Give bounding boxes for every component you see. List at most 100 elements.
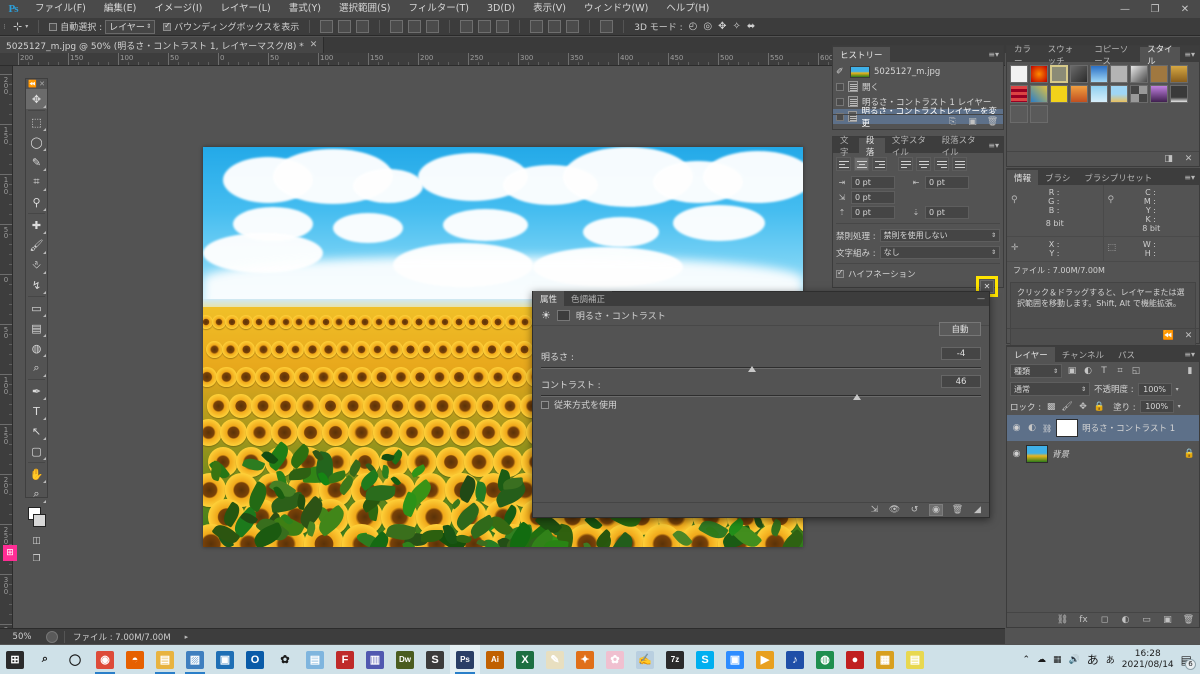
collapse-icon[interactable]: ⏪ <box>1163 331 1174 342</box>
lasso-tool[interactable]: ◯ <box>26 132 47 152</box>
adjustment-filter-icon[interactable]: ◐ <box>1082 365 1094 377</box>
panel-menu-icon[interactable]: ≡▾ <box>984 138 1003 153</box>
ime-tool-icon[interactable]: あ <box>1106 653 1115 666</box>
layer-thumbnail[interactable] <box>1026 445 1048 463</box>
clip-to-layer-icon[interactable]: ⇲ <box>869 505 880 516</box>
space-after-input[interactable]: 0 pt <box>925 206 969 219</box>
menu-window[interactable]: ウィンドウ(W) <box>575 0 657 18</box>
sticky-notes-icon[interactable]: ▤ <box>900 645 930 674</box>
justify-last-right-button[interactable] <box>934 157 949 171</box>
menu-view[interactable]: 表示(V) <box>524 0 575 18</box>
clock[interactable]: 16:28 2021/08/14 <box>1122 649 1174 670</box>
quick-mask-mode-icon[interactable]: ◫ <box>26 532 47 550</box>
distribute-bottom-edges-icon[interactable] <box>496 20 510 33</box>
new-adjustment-layer-icon[interactable]: ◐ <box>1120 615 1131 626</box>
blur-tool[interactable]: ◍ <box>26 338 47 358</box>
distribute-top-edges-icon[interactable] <box>460 20 474 33</box>
purple-style[interactable] <box>1150 85 1168 103</box>
opacity-stepper-icon[interactable]: ▾ <box>1176 386 1179 393</box>
distribute-left-edges-icon[interactable] <box>530 20 544 33</box>
opacity-value[interactable]: 100% <box>1137 382 1172 396</box>
paint-icon[interactable]: ✍ <box>630 645 660 674</box>
layer-mask-thumbnail[interactable] <box>1056 419 1079 437</box>
dreamweaver-icon[interactable]: Dw <box>390 645 420 674</box>
panel-menu-icon[interactable]: ≡▾ <box>1180 170 1199 185</box>
quick-selection-tool[interactable]: ✎ <box>26 152 47 172</box>
delete-state-icon[interactable]: 🗑 <box>987 117 998 128</box>
align-left-button[interactable] <box>836 157 851 171</box>
close-tools-icon[interactable]: ✕ <box>39 80 45 88</box>
justify-last-center-button[interactable] <box>916 157 931 171</box>
pixel-filter-icon[interactable]: ▣ <box>1066 365 1078 377</box>
show-bounding-box-checkbox[interactable] <box>163 21 172 31</box>
show-hidden-icons-icon[interactable]: ⌃ <box>1022 655 1030 665</box>
align-vertical-centers-icon[interactable] <box>408 20 422 33</box>
color-swatches[interactable] <box>26 504 47 532</box>
new-snapshot-icon[interactable]: ▣ <box>967 117 978 128</box>
history-source[interactable]: ✐ 5025127_m.jpg <box>833 64 1003 79</box>
tab-channels[interactable]: チャンネル <box>1054 347 1111 362</box>
empty-style-1[interactable] <box>1010 105 1028 123</box>
gray-style[interactable] <box>1110 65 1128 83</box>
menu-select[interactable]: 選択範囲(S) <box>330 0 399 18</box>
history-brush-source-icon[interactable]: ✐ <box>836 67 846 77</box>
smart-object-filter-icon[interactable]: ◱ <box>1130 365 1142 377</box>
history-snapshot-checkbox[interactable] <box>836 97 844 106</box>
minimize-button[interactable]: — <box>1110 0 1140 18</box>
toggle-layer-visibility-icon[interactable]: ◉ <box>929 504 943 516</box>
rectangle-tool[interactable]: ▢ <box>26 441 47 461</box>
firefox-icon[interactable]: ◓ <box>120 645 150 674</box>
history-brush-tool[interactable]: ↯ <box>26 275 47 295</box>
tab-paragraph-styles[interactable]: 段落スタイル <box>934 136 985 158</box>
shape-filter-icon[interactable]: ⌗ <box>1114 365 1126 377</box>
chrome-style[interactable] <box>1130 65 1148 83</box>
contrast-value[interactable]: 46 <box>941 375 981 388</box>
indent-right-input[interactable]: 0 pt <box>925 176 969 189</box>
tab-properties[interactable]: 属性 <box>533 291 565 306</box>
distribute-spacing-icon[interactable] <box>600 20 614 33</box>
close-document-icon[interactable]: ✕ <box>310 40 318 50</box>
crop-tool[interactable]: ⌗ <box>26 172 47 192</box>
type-filter-icon[interactable]: T <box>1098 365 1110 377</box>
tab-swatches[interactable]: スウォッチ <box>1040 45 1088 67</box>
dark-texture-style[interactable] <box>1070 65 1088 83</box>
gold-style[interactable] <box>1170 65 1188 83</box>
layer-visibility-icon[interactable]: ◉ <box>1011 449 1022 459</box>
gradient-tool[interactable]: ▤ <box>26 318 47 338</box>
distribute-right-edges-icon[interactable] <box>566 20 580 33</box>
horizontal-type-tool[interactable]: T <box>26 401 47 421</box>
yellow-box-style[interactable] <box>1050 85 1068 103</box>
zoom-level[interactable]: 50% <box>4 632 40 642</box>
maximize-button[interactable]: ❐ <box>1140 0 1170 18</box>
menu-layer[interactable]: レイヤー(L) <box>211 0 279 18</box>
active-tool-preset[interactable]: ⊹ ▾ <box>9 20 32 33</box>
mojikumi-dropdown[interactable]: なし ⇕ <box>879 246 1000 259</box>
layer-row-adjustment[interactable]: ◉ ◐ ⛓ 明るさ・コントラスト 1 <box>1007 415 1199 441</box>
tab-brush-presets[interactable]: ブラシプリセット <box>1077 170 1160 185</box>
background-color-swatch[interactable] <box>33 514 46 527</box>
media-player-icon[interactable]: ▶ <box>750 645 780 674</box>
auto-select-checkbox[interactable] <box>49 22 58 31</box>
tools-panel-header[interactable]: ⏪ ✕ <box>26 79 47 89</box>
7zip-icon[interactable]: 7z <box>660 645 690 674</box>
slide-3d-icon[interactable]: ✧ <box>733 21 741 32</box>
zoom-tool[interactable]: ⌕ <box>26 484 47 504</box>
delete-layer-icon[interactable]: 🗑 <box>1183 615 1194 626</box>
tab-paths[interactable]: パス <box>1111 347 1143 362</box>
menu-type[interactable]: 書式(Y) <box>280 0 330 18</box>
start-button[interactable]: ⊞ <box>0 645 30 674</box>
chrome-icon[interactable]: ◉ <box>90 645 120 674</box>
ime-mode-icon[interactable]: あ <box>1087 651 1099 668</box>
filter-toggle-icon[interactable]: ▮ <box>1184 365 1196 377</box>
add-layer-mask-icon[interactable]: ◻ <box>1099 615 1110 626</box>
history-item-open[interactable]: 開く <box>833 79 1003 94</box>
new-group-icon[interactable]: ▭ <box>1141 615 1152 626</box>
rotate-3d-icon[interactable]: ◴ <box>689 21 698 32</box>
tab-paragraph[interactable]: 段落 <box>858 136 885 158</box>
view-previous-state-icon[interactable]: 👁 <box>889 505 900 516</box>
menu-image[interactable]: イメージ(I) <box>145 0 211 18</box>
tab-brush[interactable]: ブラシ <box>1038 170 1078 185</box>
bevel-style[interactable] <box>1050 65 1068 83</box>
align-left-edges-icon[interactable] <box>320 20 334 33</box>
options-bar-grip[interactable]: ⁞ <box>0 18 9 36</box>
